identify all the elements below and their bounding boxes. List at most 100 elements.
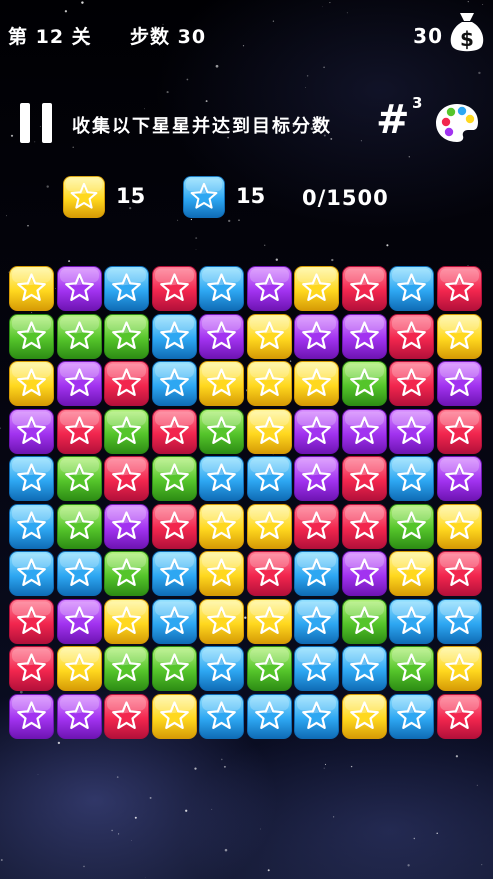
- red-star-tile[interactable]: [436, 551, 482, 596]
- red-star-tile[interactable]: [294, 503, 339, 549]
- yellow-star-tile[interactable]: [9, 266, 54, 311]
- yellow-star-tile[interactable]: [246, 598, 292, 644]
- green-star-tile[interactable]: [151, 646, 197, 691]
- blue-star-tile[interactable]: [151, 598, 197, 644]
- blue-star-tile[interactable]: [389, 693, 434, 739]
- palette-button[interactable]: [433, 101, 481, 145]
- purple-star-tile[interactable]: [9, 693, 54, 739]
- red-star-tile[interactable]: [56, 408, 102, 454]
- green-star-tile[interactable]: [104, 408, 149, 454]
- yellow-star-tile[interactable]: [199, 503, 244, 549]
- green-star-tile[interactable]: [341, 598, 387, 644]
- blue-star-tile[interactable]: [294, 551, 339, 596]
- red-star-tile[interactable]: [436, 693, 482, 739]
- purple-star-tile[interactable]: [199, 313, 244, 359]
- green-star-tile[interactable]: [104, 551, 149, 596]
- red-star-tile[interactable]: [151, 503, 197, 549]
- blue-star-tile[interactable]: [9, 503, 54, 549]
- blue-star-tile[interactable]: [294, 598, 339, 644]
- red-star-tile[interactable]: [104, 693, 149, 739]
- yellow-star-tile[interactable]: [436, 503, 482, 549]
- money-bag-icon[interactable]: $: [449, 10, 485, 54]
- purple-star-tile[interactable]: [56, 266, 102, 311]
- red-star-tile[interactable]: [104, 361, 149, 406]
- green-star-tile[interactable]: [104, 646, 149, 691]
- yellow-star-tile[interactable]: [56, 646, 102, 691]
- yellow-star-tile[interactable]: [246, 408, 292, 454]
- red-star-tile[interactable]: [389, 313, 434, 359]
- yellow-star-tile[interactable]: [436, 646, 482, 691]
- green-star-tile[interactable]: [56, 456, 102, 501]
- green-star-tile[interactable]: [389, 646, 434, 691]
- yellow-star-tile[interactable]: [294, 266, 339, 311]
- blue-star-tile[interactable]: [389, 598, 434, 644]
- blue-star-tile[interactable]: [294, 693, 339, 739]
- purple-star-tile[interactable]: [56, 361, 102, 406]
- red-star-tile[interactable]: [151, 408, 197, 454]
- blue-star-tile[interactable]: [389, 266, 434, 311]
- purple-star-tile[interactable]: [104, 503, 149, 549]
- green-star-tile[interactable]: [151, 456, 197, 501]
- green-star-tile[interactable]: [246, 646, 292, 691]
- blue-star-tile[interactable]: [199, 456, 244, 501]
- yellow-star-tile[interactable]: [436, 313, 482, 359]
- purple-star-tile[interactable]: [246, 266, 292, 311]
- purple-star-tile[interactable]: [389, 408, 434, 454]
- green-star-tile[interactable]: [9, 313, 54, 359]
- blue-star-tile[interactable]: [199, 266, 244, 311]
- yellow-star-tile[interactable]: [246, 313, 292, 359]
- purple-star-tile[interactable]: [56, 693, 102, 739]
- green-star-tile[interactable]: [56, 503, 102, 549]
- purple-star-tile[interactable]: [341, 313, 387, 359]
- yellow-star-tile[interactable]: [389, 551, 434, 596]
- blue-star-tile[interactable]: [9, 551, 54, 596]
- blue-star-tile[interactable]: [246, 456, 292, 501]
- purple-star-tile[interactable]: [436, 456, 482, 501]
- blue-star-tile[interactable]: [151, 551, 197, 596]
- red-star-tile[interactable]: [104, 456, 149, 501]
- grid-size-button[interactable]: # 3: [372, 94, 430, 146]
- purple-star-tile[interactable]: [294, 408, 339, 454]
- blue-star-tile[interactable]: [294, 646, 339, 691]
- purple-star-tile[interactable]: [294, 456, 339, 501]
- yellow-star-tile[interactable]: [341, 693, 387, 739]
- purple-star-tile[interactable]: [436, 361, 482, 406]
- red-star-tile[interactable]: [341, 456, 387, 501]
- red-star-tile[interactable]: [341, 266, 387, 311]
- red-star-tile[interactable]: [246, 551, 292, 596]
- blue-star-tile[interactable]: [436, 598, 482, 644]
- yellow-star-tile[interactable]: [104, 598, 149, 644]
- red-star-tile[interactable]: [9, 646, 54, 691]
- yellow-star-tile[interactable]: [199, 598, 244, 644]
- red-star-tile[interactable]: [436, 266, 482, 311]
- green-star-tile[interactable]: [341, 361, 387, 406]
- pause-button[interactable]: [18, 103, 56, 143]
- blue-star-tile[interactable]: [151, 313, 197, 359]
- red-star-tile[interactable]: [9, 598, 54, 644]
- yellow-star-tile[interactable]: [151, 693, 197, 739]
- purple-star-tile[interactable]: [341, 408, 387, 454]
- blue-star-tile[interactable]: [56, 551, 102, 596]
- yellow-star-tile[interactable]: [294, 361, 339, 406]
- blue-star-tile[interactable]: [104, 266, 149, 311]
- purple-star-tile[interactable]: [9, 408, 54, 454]
- green-star-tile[interactable]: [199, 408, 244, 454]
- red-star-tile[interactable]: [341, 503, 387, 549]
- green-star-tile[interactable]: [104, 313, 149, 359]
- purple-star-tile[interactable]: [294, 313, 339, 359]
- purple-star-tile[interactable]: [341, 551, 387, 596]
- yellow-star-tile[interactable]: [199, 551, 244, 596]
- red-star-tile[interactable]: [151, 266, 197, 311]
- yellow-star-tile[interactable]: [246, 503, 292, 549]
- yellow-star-tile[interactable]: [9, 361, 54, 406]
- blue-star-tile[interactable]: [199, 693, 244, 739]
- red-star-tile[interactable]: [436, 408, 482, 454]
- blue-star-tile[interactable]: [151, 361, 197, 406]
- red-star-tile[interactable]: [389, 361, 434, 406]
- blue-star-tile[interactable]: [9, 456, 54, 501]
- blue-star-tile[interactable]: [246, 693, 292, 739]
- purple-star-tile[interactable]: [56, 598, 102, 644]
- green-star-tile[interactable]: [56, 313, 102, 359]
- blue-star-tile[interactable]: [341, 646, 387, 691]
- blue-star-tile[interactable]: [199, 646, 244, 691]
